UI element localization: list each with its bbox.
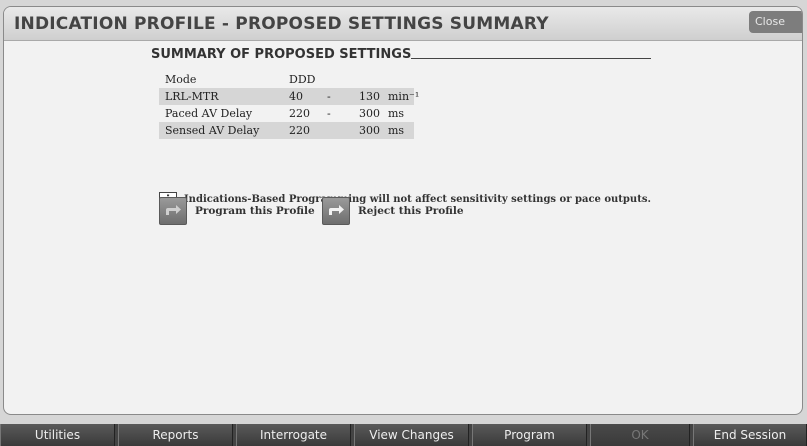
range-dash: - [327, 107, 331, 120]
setting-label: Mode [165, 73, 197, 86]
setting-value-low: 220 [289, 107, 310, 120]
title-bar: INDICATION PROFILE - PROPOSED SETTINGS S… [4, 7, 802, 41]
setting-value-high: 300 [359, 107, 380, 120]
program-button[interactable]: Program [472, 424, 587, 446]
setting-unit: ms [388, 107, 405, 120]
setting-label: Paced AV Delay [165, 107, 253, 120]
setting-row-sensed-av-delay: Sensed AV Delay 220 300 ms [159, 122, 414, 139]
setting-row-mode: Mode DDD [159, 71, 414, 88]
indication-profile-window: INDICATION PROFILE - PROPOSED SETTINGS S… [3, 6, 803, 415]
program-profile-label: Program this Profile [195, 205, 315, 217]
setting-row-paced-av-delay: Paced AV Delay 220 - 300 ms [159, 105, 414, 122]
reject-profile-label: Reject this Profile [358, 205, 464, 217]
end-session-button[interactable]: End Session [693, 424, 807, 446]
setting-value-high: 300 [359, 124, 380, 137]
ok-button[interactable]: OK [590, 424, 690, 446]
reports-button[interactable]: Reports [118, 424, 233, 446]
setting-value-high: 130 [359, 90, 380, 103]
setting-row-lrl-mtr: LRL-MTR 40 - 130 min⁻¹ [159, 88, 419, 105]
setting-unit: ms [388, 124, 405, 137]
view-changes-button[interactable]: View Changes [354, 424, 469, 446]
summary-heading: SUMMARY OF PROPOSED SETTINGS [151, 47, 412, 62]
info-text: Indications-Based Programming will not a… [184, 194, 651, 205]
interrogate-button[interactable]: Interrogate [236, 424, 351, 446]
setting-value: DDD [289, 73, 316, 86]
taskbar: Utilities Reports Interrogate View Chang… [0, 424, 807, 446]
close-label: Close [755, 15, 785, 28]
window-title: INDICATION PROFILE - PROPOSED SETTINGS S… [14, 14, 549, 34]
utilities-button[interactable]: Utilities [0, 424, 115, 446]
range-dash: - [327, 90, 331, 103]
arrow-right-icon[interactable] [322, 197, 350, 225]
heading-divider [411, 58, 651, 59]
settings-table: Mode DDD LRL-MTR 40 - 130 min⁻¹ Paced AV… [159, 71, 419, 139]
setting-value-low: 220 [289, 124, 310, 137]
setting-value-low: 40 [289, 90, 303, 103]
close-button[interactable]: Close [749, 11, 802, 33]
setting-label: LRL-MTR [165, 90, 219, 103]
arrow-right-icon[interactable] [159, 197, 187, 225]
setting-unit: min⁻¹ [388, 90, 420, 103]
setting-label: Sensed AV Delay [165, 124, 260, 137]
